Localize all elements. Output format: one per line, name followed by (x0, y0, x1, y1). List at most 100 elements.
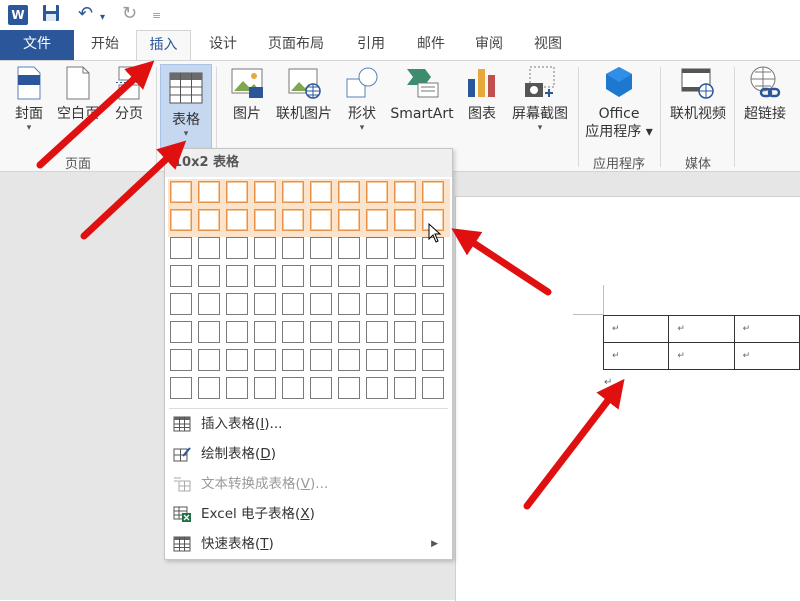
grid-cell[interactable] (254, 209, 276, 231)
grid-cell[interactable] (338, 209, 360, 231)
grid-cell[interactable] (254, 265, 276, 287)
grid-cell[interactable] (170, 181, 192, 203)
draw-table-item[interactable]: 绘制表格(D) (169, 440, 448, 468)
grid-cell[interactable] (282, 265, 304, 287)
grid-cell[interactable] (310, 181, 332, 203)
grid-cell[interactable] (422, 321, 444, 343)
document-table[interactable]: ↵ ↵ ↵ ↵ ↵ ↵ (602, 315, 800, 370)
grid-cell[interactable] (422, 293, 444, 315)
grid-cell[interactable] (254, 349, 276, 371)
grid-cell[interactable] (366, 349, 388, 371)
grid-cell[interactable] (310, 209, 332, 231)
grid-cell[interactable] (338, 181, 360, 203)
insert-table-item[interactable]: 插入表格(I)... (169, 410, 448, 438)
grid-cell[interactable] (254, 181, 276, 203)
table-cell[interactable]: ↵ (668, 342, 735, 370)
redo-icon[interactable]: ↻ (122, 4, 137, 24)
grid-cell[interactable] (198, 293, 220, 315)
tab-design[interactable]: 设计 (200, 30, 246, 60)
grid-cell[interactable] (198, 349, 220, 371)
grid-cell[interactable] (226, 209, 248, 231)
chart-button[interactable]: 图表 (460, 65, 504, 123)
grid-cell[interactable] (170, 321, 192, 343)
grid-cell[interactable] (394, 377, 416, 399)
grid-cell[interactable] (282, 321, 304, 343)
grid-cell[interactable] (366, 293, 388, 315)
grid-cell[interactable] (394, 349, 416, 371)
grid-cell[interactable] (310, 237, 332, 259)
smartart-button[interactable]: SmartArt (388, 65, 456, 123)
grid-cell[interactable] (282, 377, 304, 399)
save-icon[interactable] (42, 4, 60, 27)
convert-text-to-table-item[interactable]: 文本转换成表格(V)... (169, 470, 448, 498)
grid-cell[interactable] (170, 237, 192, 259)
grid-cell[interactable] (282, 237, 304, 259)
undo-icon[interactable]: ↶ (78, 4, 93, 24)
excel-spreadsheet-item[interactable]: Excel 电子表格(X) (169, 500, 448, 528)
tab-file[interactable]: 文件 (0, 30, 74, 60)
grid-cell[interactable] (394, 209, 416, 231)
grid-cell[interactable] (170, 293, 192, 315)
hyperlink-button[interactable]: 超链接 (738, 65, 792, 123)
pictures-button[interactable]: 图片 (224, 65, 270, 123)
grid-cell[interactable] (338, 293, 360, 315)
grid-cell[interactable] (338, 237, 360, 259)
tab-view[interactable]: 视图 (525, 30, 571, 60)
grid-cell[interactable] (226, 181, 248, 203)
table-button[interactable]: 表格 ▾ (160, 64, 212, 152)
tab-layout[interactable]: 页面布局 (258, 30, 334, 60)
grid-cell[interactable] (310, 377, 332, 399)
grid-cell[interactable] (422, 181, 444, 203)
grid-cell[interactable] (254, 293, 276, 315)
grid-cell[interactable] (366, 321, 388, 343)
undo-dropdown-icon[interactable]: ▾ (100, 8, 105, 28)
grid-cell[interactable] (254, 321, 276, 343)
grid-cell[interactable] (338, 349, 360, 371)
grid-cell[interactable] (310, 349, 332, 371)
table-cell[interactable]: ↵ (668, 315, 735, 343)
grid-cell[interactable] (394, 237, 416, 259)
grid-cell[interactable] (422, 265, 444, 287)
table-cell[interactable]: ↵ (602, 342, 670, 370)
grid-cell[interactable] (338, 321, 360, 343)
grid-cell[interactable] (282, 181, 304, 203)
grid-cell[interactable] (254, 377, 276, 399)
grid-cell[interactable] (170, 349, 192, 371)
document-page[interactable] (455, 196, 800, 601)
grid-cell[interactable] (226, 293, 248, 315)
grid-cell[interactable] (422, 377, 444, 399)
grid-cell[interactable] (198, 181, 220, 203)
grid-cell[interactable] (366, 265, 388, 287)
grid-cell[interactable] (338, 265, 360, 287)
tab-mailings[interactable]: 邮件 (408, 30, 454, 60)
quick-tables-item[interactable]: 快速表格(T) ▶ (169, 530, 448, 558)
grid-cell[interactable] (170, 209, 192, 231)
cover-page-button[interactable]: 封面 ▾ (8, 65, 50, 133)
grid-cell[interactable] (310, 321, 332, 343)
online-video-button[interactable]: 联机视频 (664, 65, 732, 123)
grid-cell[interactable] (226, 321, 248, 343)
tab-references[interactable]: 引用 (348, 30, 394, 60)
grid-cell[interactable] (198, 377, 220, 399)
grid-cell[interactable] (394, 321, 416, 343)
grid-cell[interactable] (198, 209, 220, 231)
grid-cell[interactable] (282, 293, 304, 315)
grid-cell[interactable] (254, 237, 276, 259)
table-cell[interactable]: ↵ (733, 315, 800, 343)
grid-cell[interactable] (366, 377, 388, 399)
grid-cell[interactable] (422, 349, 444, 371)
office-apps-button[interactable]: Office 应用程序 ▾ (582, 65, 656, 141)
shapes-button[interactable]: 形状 ▾ (340, 65, 384, 133)
screenshot-button[interactable]: 屏幕截图 ▾ (506, 65, 574, 133)
blank-page-button[interactable]: 空白页 (54, 65, 102, 123)
grid-cell[interactable] (226, 265, 248, 287)
customize-icon[interactable]: ≡ (152, 6, 161, 26)
grid-cell[interactable] (226, 349, 248, 371)
grid-cell[interactable] (170, 265, 192, 287)
grid-cell[interactable] (198, 237, 220, 259)
tab-insert[interactable]: 插入 (136, 30, 191, 61)
grid-cell[interactable] (198, 265, 220, 287)
table-cell[interactable]: ↵ (602, 315, 670, 343)
grid-cell[interactable] (226, 237, 248, 259)
grid-cell[interactable] (282, 349, 304, 371)
